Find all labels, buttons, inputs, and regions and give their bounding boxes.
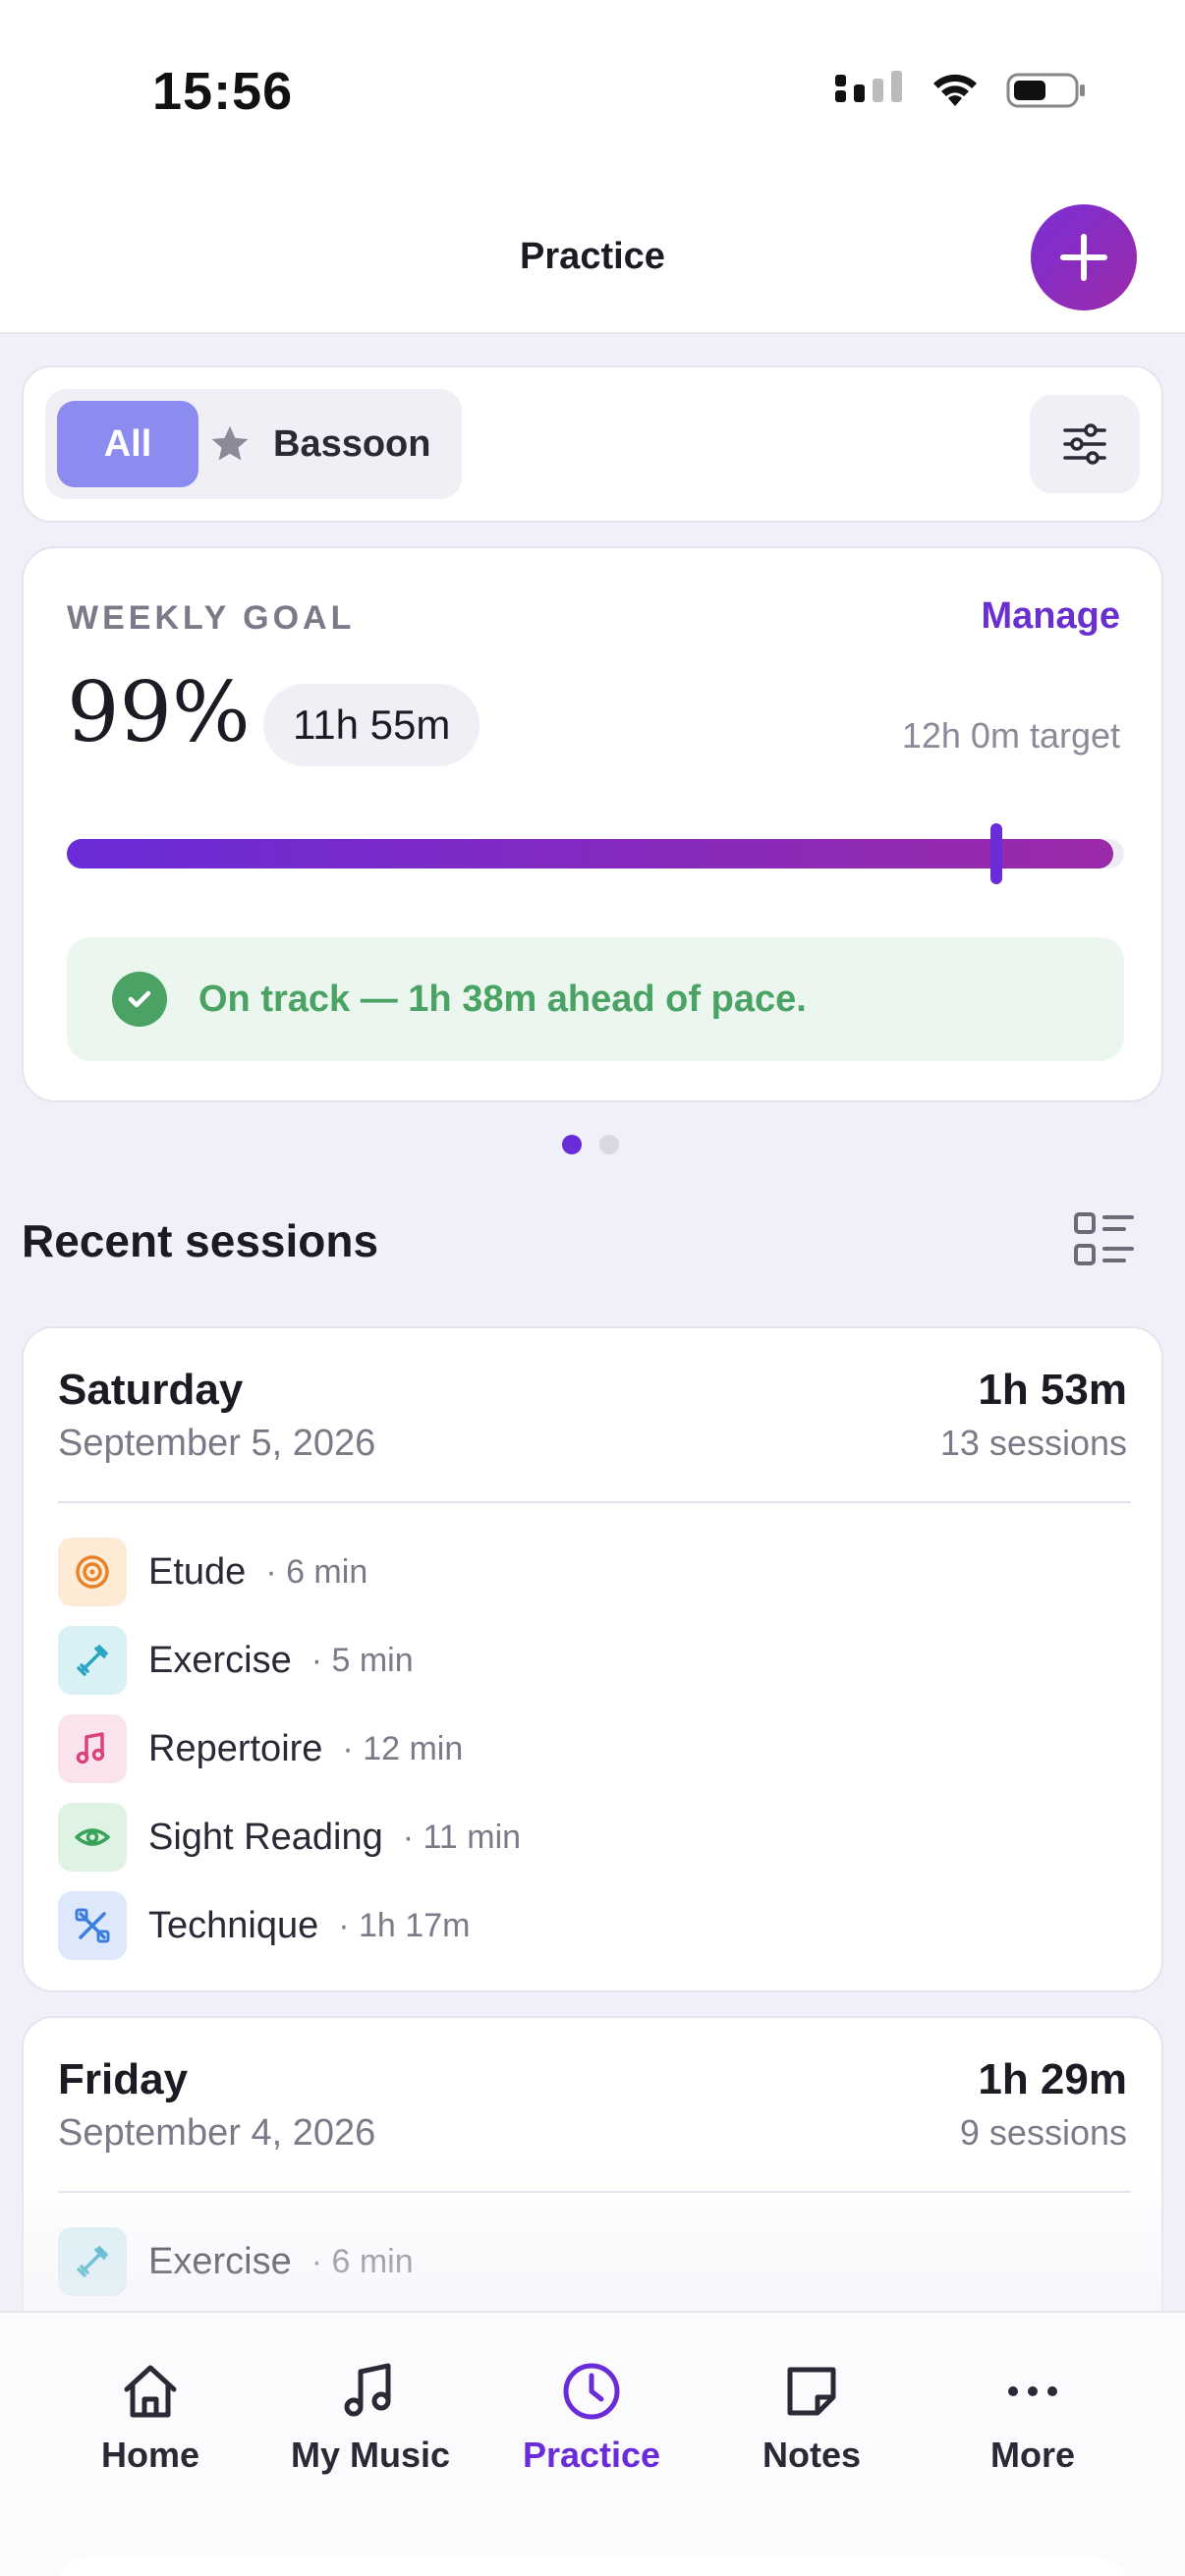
activity-name: Technique xyxy=(148,1904,319,1946)
page-dot-2[interactable] xyxy=(599,1135,619,1154)
add-session-button[interactable] xyxy=(1031,204,1137,310)
list-view-button[interactable] xyxy=(1073,1210,1136,1274)
dumbbell-icon xyxy=(58,2227,127,2296)
activity-name: Exercise xyxy=(148,1639,292,1681)
list-view-icon xyxy=(1074,1212,1134,1265)
home-icon xyxy=(124,2365,177,2418)
music-note-icon xyxy=(58,1714,127,1783)
music-notes-icon xyxy=(344,2363,391,2417)
day-total: 1h 53m xyxy=(978,1366,1127,1414)
day-card-saturday[interactable]: Saturday September 5, 2026 1h 53m 13 ses… xyxy=(22,1326,1163,1992)
filter-all-chip[interactable]: All xyxy=(57,401,198,487)
plus-icon xyxy=(1060,234,1107,281)
page-indicator[interactable] xyxy=(562,1135,619,1154)
tab-my-music[interactable]: My Music xyxy=(262,2360,479,2476)
activity-technique[interactable]: Technique · 1h 17m xyxy=(58,1891,470,1960)
tab-label: More xyxy=(989,2435,1075,2475)
instrument-segmented-control: All Bassoon xyxy=(45,389,462,499)
cellular-signal-icon xyxy=(835,71,902,102)
goal-target: 12h 0m target xyxy=(901,715,1120,756)
weekly-goal-card[interactable]: WEEKLY GOAL Manage 99% 11h 55m 12h 0m ta… xyxy=(22,546,1163,1102)
activity-duration: · 11 min xyxy=(402,1818,522,1856)
wifi-icon xyxy=(933,74,977,106)
tab-label: Notes xyxy=(762,2435,862,2475)
instrument-filter-card: All Bassoon xyxy=(22,365,1163,523)
activity-sight-reading[interactable]: Sight Reading · 11 min xyxy=(58,1803,521,1872)
tab-label: Home xyxy=(100,2435,200,2475)
note-icon xyxy=(787,2367,836,2416)
tab-more[interactable]: More xyxy=(925,2360,1141,2476)
bottom-sheet-edge xyxy=(57,2558,1128,2576)
activity-name: Exercise xyxy=(148,2240,292,2282)
day-date: September 5, 2026 xyxy=(58,1423,376,1464)
activity-duration: · 6 min xyxy=(265,1552,368,1591)
activity-etude[interactable]: Etude · 6 min xyxy=(58,1538,367,1606)
filter-bassoon-chip[interactable]: Bassoon xyxy=(208,401,430,487)
tab-notes[interactable]: Notes xyxy=(704,2360,920,2476)
eye-icon xyxy=(58,1803,127,1872)
activity-duration: · 6 min xyxy=(310,2242,414,2280)
recent-sessions-title: Recent sessions xyxy=(22,1215,379,1266)
tab-label: My Music xyxy=(290,2435,451,2475)
activity-duration: · 1h 17m xyxy=(338,1906,471,1944)
activity-duration: · 12 min xyxy=(342,1729,464,1767)
goal-time-badge: 11h 55m xyxy=(263,684,480,766)
activity-name: Repertoire xyxy=(148,1727,323,1769)
activity-name: Sight Reading xyxy=(148,1816,383,1858)
activity-exercise[interactable]: Exercise · 5 min xyxy=(58,1626,414,1695)
goal-progress-fill xyxy=(67,839,1114,868)
goal-percent: 99% xyxy=(67,664,251,760)
battery-icon xyxy=(1006,73,1085,108)
divider xyxy=(58,1501,1131,1503)
nav-header: Practice xyxy=(0,187,1185,334)
activity-name: Etude xyxy=(148,1550,247,1593)
filter-bassoon-label: Bassoon xyxy=(273,422,431,465)
day-session-count: 13 sessions xyxy=(939,1423,1127,1463)
on-track-banner: On track — 1h 38m ahead of pace. xyxy=(67,937,1124,1061)
day-date: September 4, 2026 xyxy=(58,2112,376,2154)
tools-icon xyxy=(58,1891,127,1960)
weekly-goal-label: WEEKLY GOAL xyxy=(67,599,356,637)
page-title: Practice xyxy=(520,236,665,277)
page-dot-1[interactable] xyxy=(562,1135,582,1154)
day-total: 1h 29m xyxy=(978,2055,1127,2103)
divider xyxy=(58,2191,1131,2193)
status-time: 15:56 xyxy=(152,62,294,121)
ellipsis-icon xyxy=(1008,2386,1057,2396)
filter-settings-button[interactable] xyxy=(1030,395,1140,493)
tab-bar: Home My Music Practice Notes More xyxy=(0,2311,1185,2576)
activity-duration: · 5 min xyxy=(310,1641,414,1679)
status-icons xyxy=(835,71,1087,110)
status-bar: 15:56 xyxy=(0,0,1185,187)
tab-practice[interactable]: Practice xyxy=(483,2360,700,2476)
pace-marker xyxy=(990,823,1002,884)
activity-repertoire[interactable]: Repertoire · 12 min xyxy=(58,1714,463,1783)
clock-icon xyxy=(563,2363,620,2420)
on-track-text: On track — 1h 38m ahead of pace. xyxy=(198,978,807,1020)
day-session-count: 9 sessions xyxy=(959,2112,1127,2153)
activity-exercise[interactable]: Exercise · 6 min xyxy=(58,2227,414,2296)
tab-home[interactable]: Home xyxy=(42,2360,258,2476)
goal-progress-bar xyxy=(67,823,1124,884)
star-icon xyxy=(211,425,249,461)
day-name: Friday xyxy=(58,2055,189,2103)
target-icon xyxy=(58,1538,127,1606)
manage-goal-link[interactable]: Manage xyxy=(982,595,1120,638)
check-circle-icon xyxy=(112,972,167,1027)
sliders-icon xyxy=(1063,423,1106,465)
dumbbell-icon xyxy=(58,1626,127,1695)
day-name: Saturday xyxy=(58,1366,244,1414)
tab-label: Practice xyxy=(522,2435,661,2475)
